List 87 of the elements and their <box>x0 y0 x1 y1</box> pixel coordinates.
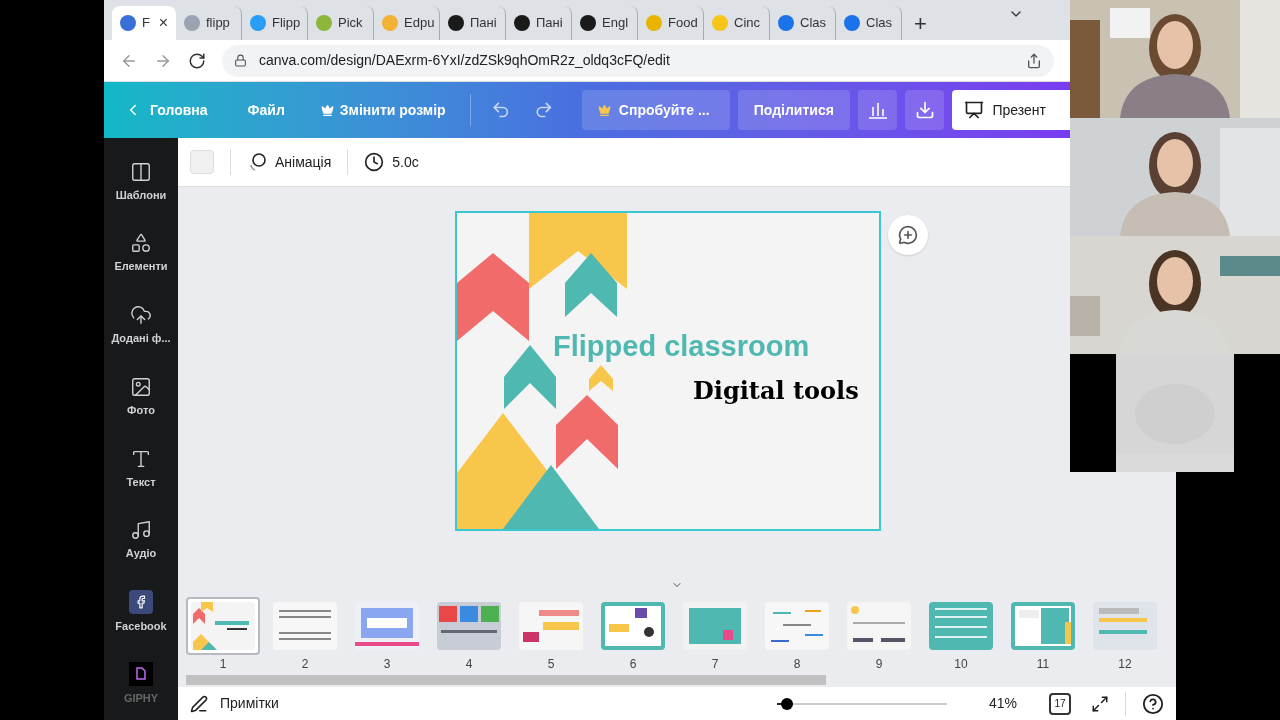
page-count-button[interactable]: 17 <box>1049 692 1071 715</box>
resize-button[interactable]: Змінити розмір <box>304 82 462 138</box>
cloud-upload-icon <box>130 304 152 327</box>
page-number: 7 <box>711 656 719 673</box>
page-number: 1 <box>219 656 227 673</box>
presentation-icon <box>964 100 985 120</box>
download-icon <box>914 100 935 120</box>
template-icon <box>130 160 152 183</box>
sidebar-item[interactable]: Facebook <box>104 576 178 649</box>
tab-label: Pick <box>338 14 363 33</box>
slide-thumbnail[interactable] <box>847 602 911 650</box>
tab-label: Engl <box>602 14 629 33</box>
slide[interactable]: Flipped classroom Digital tools <box>455 211 881 531</box>
giphy-icon <box>129 661 153 686</box>
tab-label: Clas <box>866 14 892 33</box>
sidebar-item[interactable]: Аудіо <box>104 504 178 577</box>
comment-plus-icon <box>898 225 918 245</box>
clock-icon <box>364 152 385 172</box>
sidebar-item[interactable]: Елементи <box>104 217 178 290</box>
download-button[interactable] <box>905 90 945 130</box>
tab-label: Food <box>668 14 698 33</box>
zoom-value: 41% <box>989 694 1019 713</box>
tab-label: flipp <box>206 14 230 33</box>
color-swatch[interactable] <box>190 150 214 174</box>
slide-thumbnail[interactable] <box>273 602 337 650</box>
notes-button[interactable]: Примітки <box>190 693 279 714</box>
share-button[interactable]: Поділитися <box>737 90 850 130</box>
crown-icon <box>320 103 334 117</box>
add-comment-button[interactable] <box>888 215 928 255</box>
pen-icon <box>190 694 208 713</box>
page-number: 9 <box>875 656 883 673</box>
slide-thumbnail[interactable] <box>1093 602 1157 650</box>
help-icon[interactable] <box>1142 692 1164 715</box>
slide-thumbnail[interactable] <box>191 602 255 650</box>
tab-label: Flipp <box>272 14 301 33</box>
slide-thumbnail[interactable] <box>765 602 829 650</box>
duration-button[interactable]: 5.0с <box>364 151 419 173</box>
slide-subtitle: Digital tools <box>693 375 859 407</box>
fullscreen-icon[interactable] <box>1091 694 1109 713</box>
reload-icon[interactable] <box>188 51 206 70</box>
tab-label: Пані <box>470 14 497 33</box>
share-icon[interactable] <box>1026 52 1042 69</box>
page-number: 10 <box>954 656 968 673</box>
present-button[interactable]: Презент <box>952 90 1070 130</box>
image-icon <box>130 375 152 398</box>
shapes-icon <box>130 232 152 255</box>
slide-title: Flipped classroom <box>553 329 810 364</box>
page-number: 5 <box>547 656 555 673</box>
page-number: 6 <box>629 656 637 673</box>
crown-icon <box>597 103 611 117</box>
undo-icon[interactable] <box>490 100 511 120</box>
new-tab-button[interactable]: + <box>902 6 939 40</box>
sidebar-item[interactable]: Додані ф... <box>104 289 178 362</box>
scrollbar[interactable] <box>186 675 826 685</box>
page-number: 11 <box>1036 656 1050 673</box>
bar-chart-icon <box>867 101 888 119</box>
tab-label: Cinc <box>734 14 760 33</box>
page-number: 3 <box>383 656 391 673</box>
tab-label: F <box>142 14 150 33</box>
slide-thumbnail[interactable] <box>929 602 993 650</box>
page-number: 8 <box>793 656 801 673</box>
chart-button[interactable] <box>857 90 898 130</box>
browser-tab[interactable]: F × <box>112 6 176 40</box>
facebook-icon <box>129 590 153 615</box>
page-number: 12 <box>1118 656 1132 673</box>
slide-thumbnail[interactable] <box>437 602 501 650</box>
address-field[interactable]: canva.com/design/DAExrm-6YxI/zdZSk9qhOmR2z_oldq3cFQ/edit <box>222 44 1054 77</box>
page-number: 2 <box>301 656 309 673</box>
tab-label: Пані <box>536 14 563 33</box>
close-button[interactable]: × <box>158 11 168 35</box>
redo-icon[interactable] <box>534 100 554 120</box>
slide-thumbnail[interactable] <box>355 602 419 650</box>
sidebar-item[interactable]: Текст <box>104 433 178 505</box>
slide-thumbnail[interactable] <box>1011 602 1075 650</box>
sidebar-item[interactable]: Шаблони <box>104 146 178 218</box>
try-button[interactable]: Спробуйте ... <box>581 90 730 130</box>
slide-thumbnail[interactable] <box>519 602 583 650</box>
tab-label: Edpu <box>404 14 435 33</box>
sidebar-item[interactable]: Фото <box>104 361 178 433</box>
tab-label: Clas <box>800 14 826 33</box>
slide-thumbnail[interactable] <box>601 602 665 650</box>
page-number: 4 <box>465 656 473 673</box>
music-icon <box>130 519 152 542</box>
animation-icon <box>247 152 267 172</box>
zoom-slider[interactable] <box>777 696 947 711</box>
lock-icon <box>234 54 247 67</box>
animation-button[interactable]: Анімація <box>247 151 332 173</box>
